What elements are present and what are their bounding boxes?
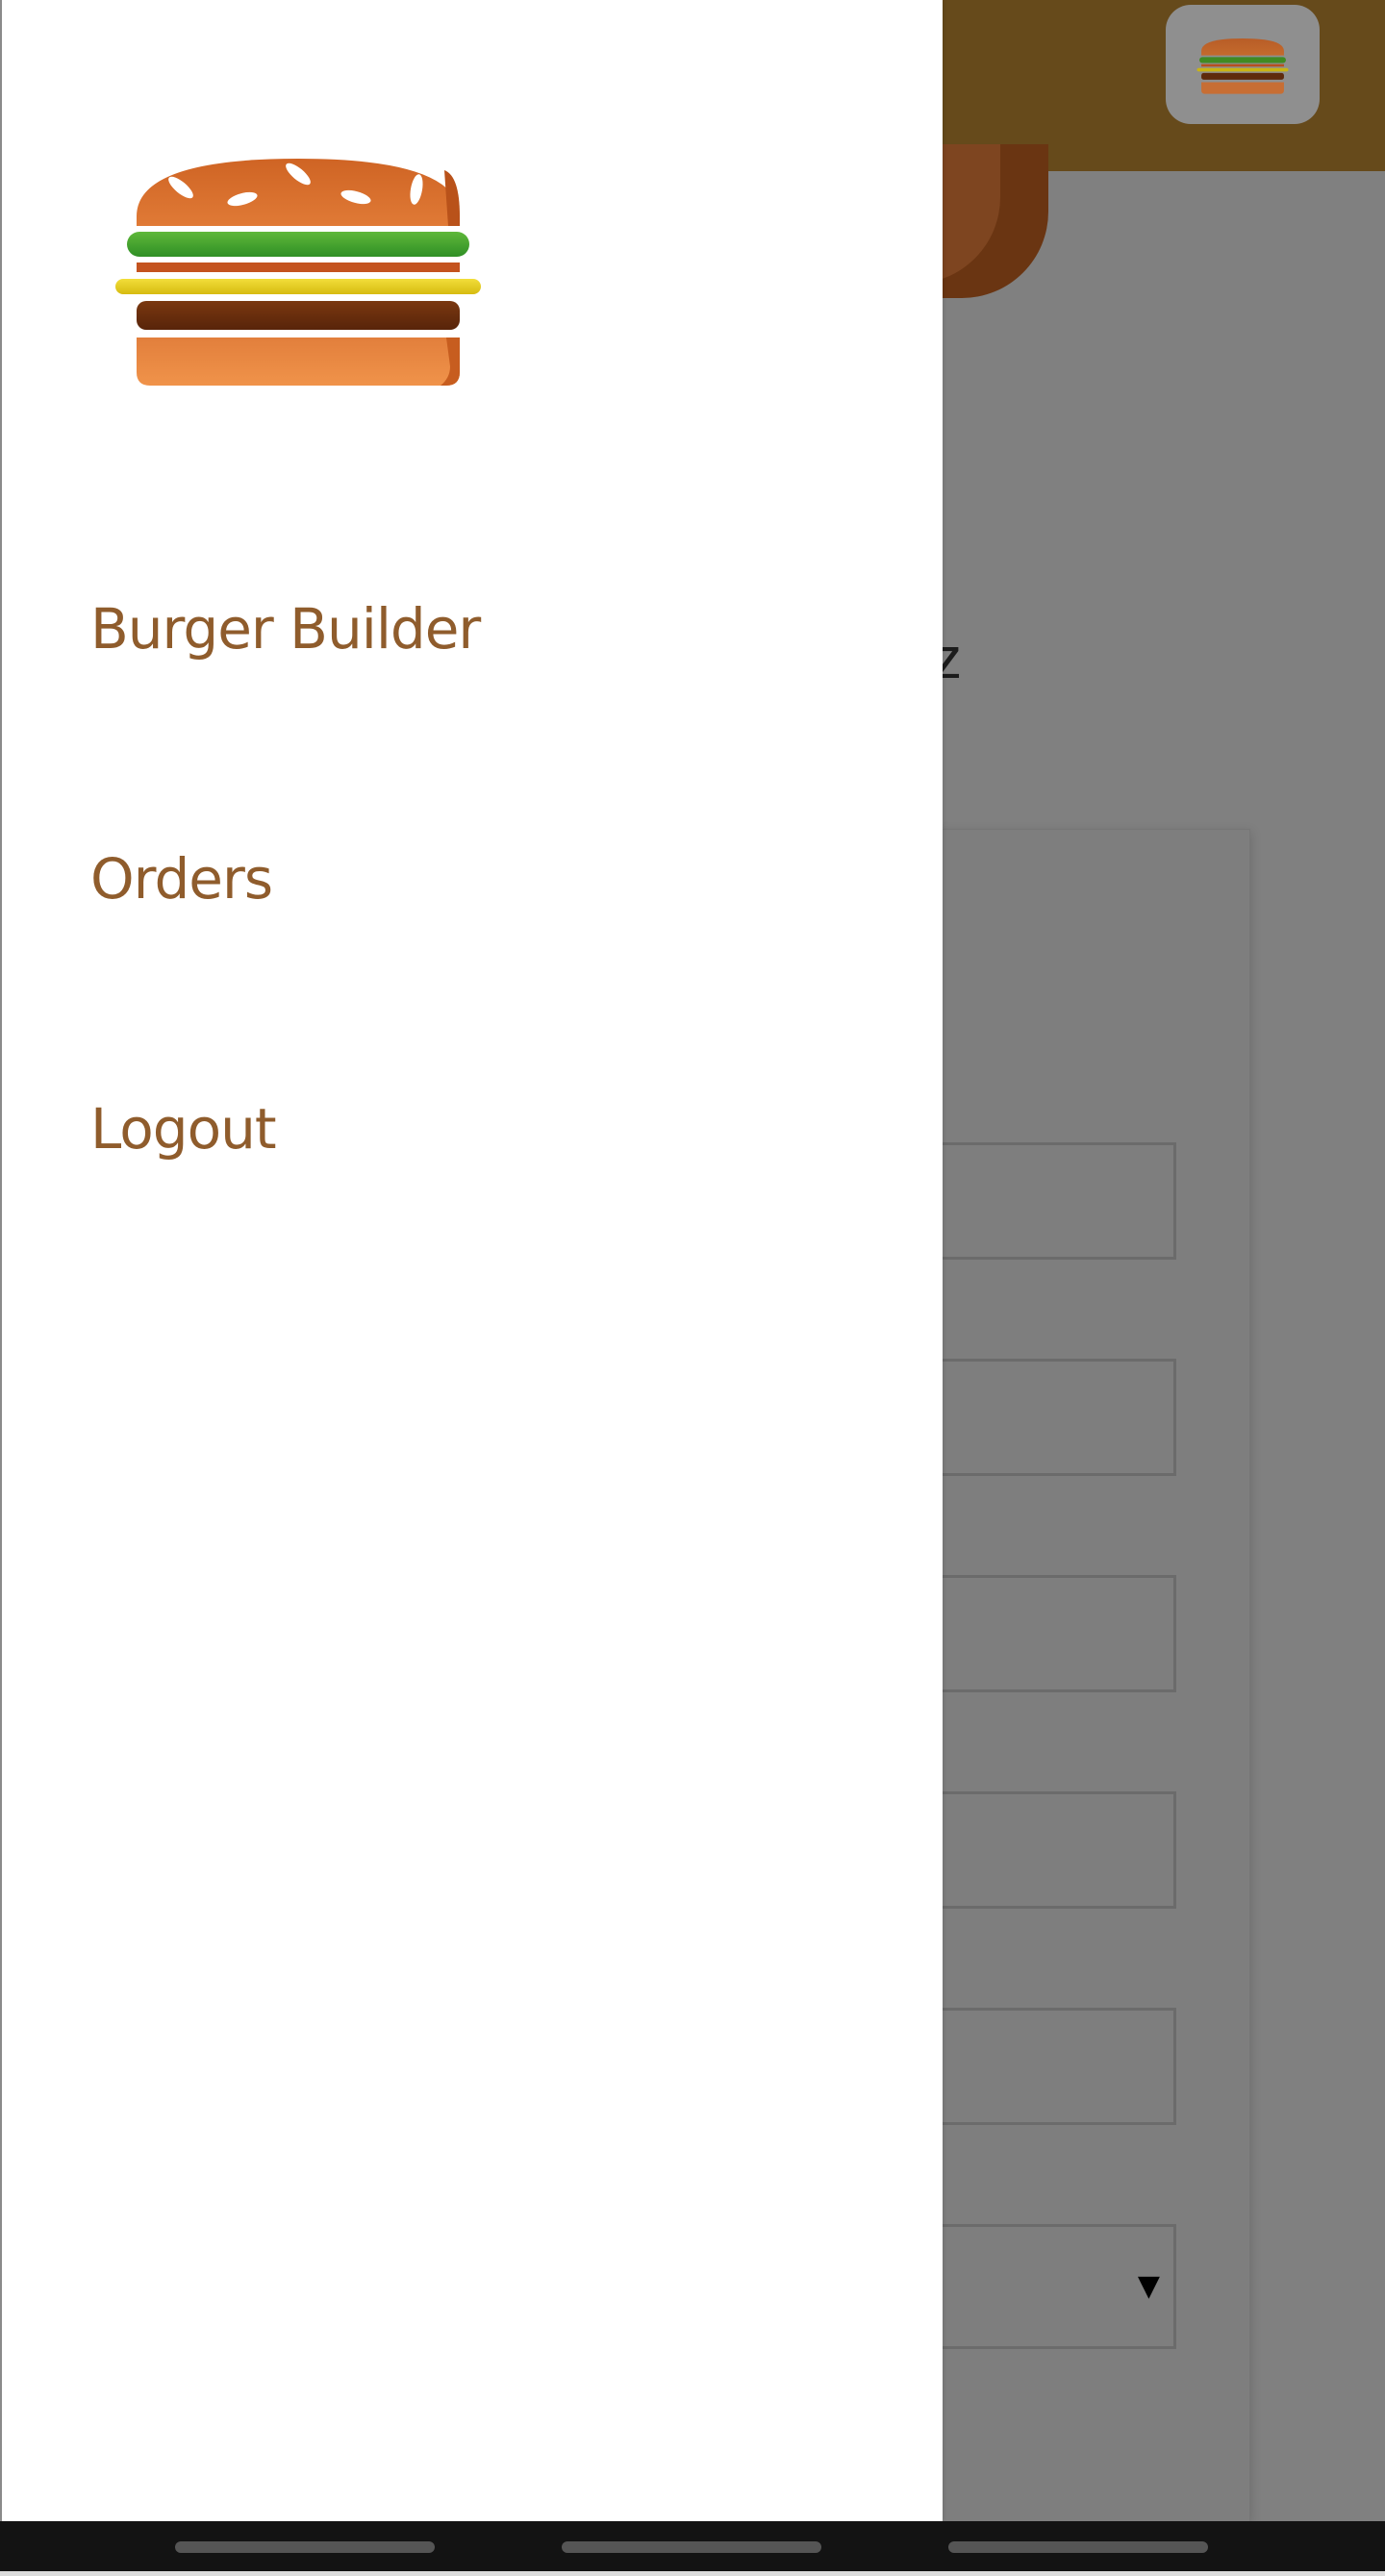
screen-bottom-edge — [0, 2571, 1385, 2576]
burger-logo-icon — [115, 159, 481, 386]
home-pill-icon[interactable] — [562, 2541, 821, 2553]
system-navigation-bar — [0, 2521, 1385, 2576]
back-pill-icon[interactable] — [948, 2541, 1208, 2553]
nav-item-orders[interactable]: Orders — [90, 846, 273, 912]
toolbar-logo-button[interactable] — [1166, 5, 1320, 124]
burger-logo-icon — [1196, 38, 1289, 94]
nav-item-logout[interactable]: Logout — [90, 1096, 277, 1162]
app-screen: z Enta ▼ — [0, 0, 1385, 2576]
recent-apps-pill-icon[interactable] — [175, 2541, 435, 2553]
chevron-down-icon: ▼ — [1137, 2269, 1160, 2303]
nav-item-burger-builder[interactable]: Burger Builder — [90, 596, 481, 662]
side-drawer: Burger Builder Orders Logout — [0, 0, 943, 2521]
